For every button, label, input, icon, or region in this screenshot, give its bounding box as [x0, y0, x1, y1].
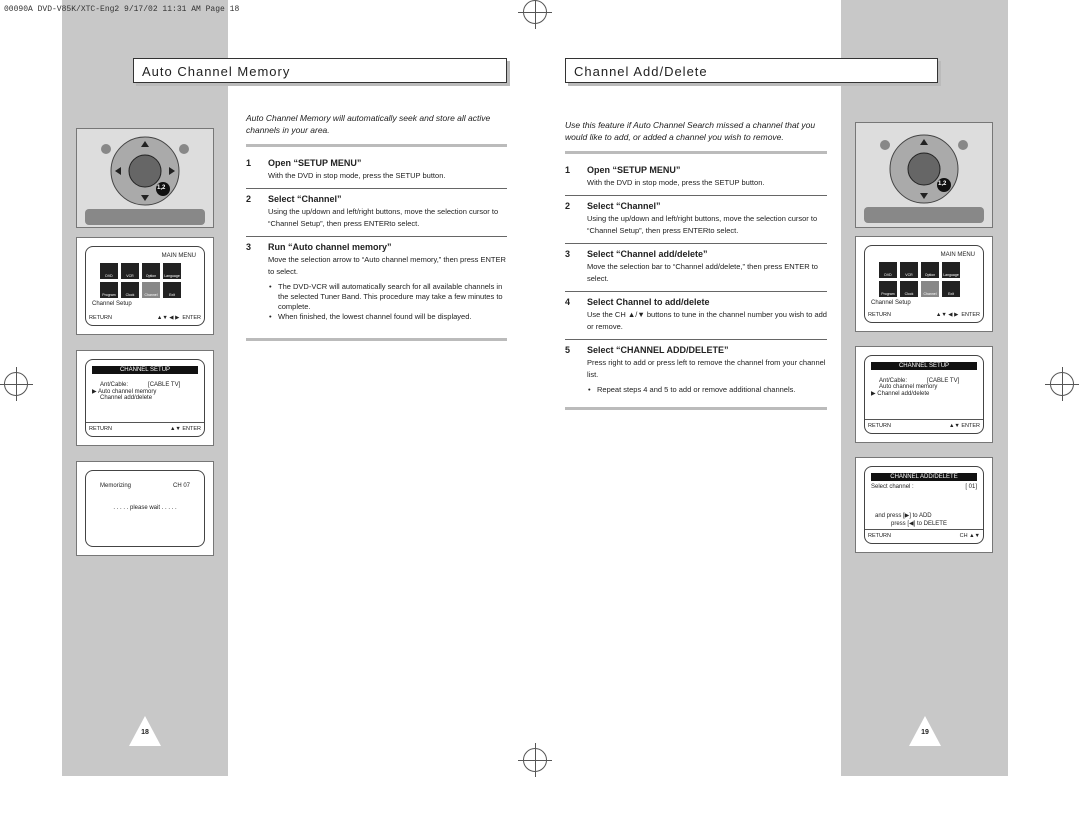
enter-label: ENTER: [182, 426, 201, 432]
enter-label: ENTER: [961, 312, 980, 318]
main-menu-screen: MAIN MENU DVD VCR Option Language Program Cl…: [855, 236, 993, 332]
memorizing-label: Memorizing: [100, 483, 132, 489]
enter-label: ENTER: [182, 315, 201, 321]
menu-item-language: Language: [942, 262, 960, 278]
nav-arrows: ▲▼ ◀ ▶: [935, 312, 959, 318]
return-label: RETURN: [89, 315, 112, 321]
return-label: RETURN: [868, 423, 891, 429]
step-4: 4 Select Channel to add/delete Use the CH …: [565, 292, 827, 340]
remote-illustration: 1,2: [855, 122, 993, 228]
remote-dpad-icon: [864, 134, 984, 223]
step-3: 3 Select “Channel add/delete” Move the sel…: [565, 244, 827, 292]
ch-arrows: CH ▲▼: [959, 533, 980, 539]
print-header: 00090A DVD-V85K/XTC-Eng2 9/17/02 11:31 A…: [4, 5, 240, 14]
return-label: RETURN: [868, 533, 891, 539]
callout-label: 1,2: [938, 181, 947, 187]
screen-title: CHANNEL SETUP: [92, 366, 198, 374]
delete-instruction: press [◀] to DELETE: [891, 521, 947, 527]
registration-mark-icon: [0, 367, 33, 401]
remote-illustration: 1,2: [76, 128, 214, 228]
menu-icons: DVD VCR Option Language Program Clock Channel…: [100, 263, 204, 298]
registration-mark-icon: [518, 0, 552, 29]
option-add-delete: Channel add/delete: [100, 395, 153, 401]
channel-add-delete-screen: CHANNEL ADD/DELETE Select channel : [ 01]…: [855, 457, 993, 553]
channel-setup-screen: CHANNEL SETUP Ant/Cable: [CABLE TV] ▶ Aut…: [76, 350, 214, 446]
add-instruction: and press [▶] to ADD: [875, 513, 932, 519]
menu-item-vcr: VCR: [121, 263, 139, 279]
menu-title: MAIN MENU: [161, 253, 196, 259]
wait-message: . . . . . please wait . . . . .: [113, 505, 177, 511]
registration-mark-icon: [518, 743, 552, 777]
menu-item-dvd: DVD: [879, 262, 897, 278]
intro-text: Auto Channel Memory will automatically s…: [246, 113, 491, 135]
channel-setup-screen: CHANNEL SETUP Ant/Cable: [CABLE TV] Auto …: [855, 346, 993, 443]
menu-item-option: Option: [921, 262, 939, 278]
step-5: 5 Select “CHANNEL ADD/DELETE” Press right …: [565, 340, 827, 401]
screen-title: CHANNEL ADD/DELETE: [871, 473, 977, 481]
step-2: 2 Select “Channel” Using the up/down and l…: [246, 189, 507, 237]
page-title-right: Channel Add/Delete: [565, 58, 938, 83]
page-title-left: Auto Channel Memory: [133, 58, 507, 83]
menu-item-exit: Exit: [163, 282, 181, 298]
step-3: 3 Run “Auto channel memory” Move the selec…: [246, 237, 507, 328]
menu-caption: Channel Setup: [92, 301, 132, 307]
page-number-right: 19: [909, 716, 941, 746]
menu-item-channel: Channel: [921, 281, 939, 297]
menu-item-option: Option: [142, 263, 160, 279]
nav-arrows: ▲▼: [948, 423, 960, 429]
callout-label: 1,2: [157, 185, 166, 191]
menu-item-dvd: DVD: [100, 263, 118, 279]
menu-item-language: Language: [163, 263, 181, 279]
return-label: RETURN: [868, 312, 891, 318]
menu-item-clock: Clock: [121, 282, 139, 298]
left-instructions: Auto Channel Memory will automatically s…: [246, 112, 507, 347]
right-instructions: Use this feature if Auto Channel Search …: [565, 119, 827, 416]
option-add-delete: Channel add/delete: [877, 391, 930, 397]
menu-item-program: Program: [100, 282, 118, 298]
select-channel-value: [ 01]: [965, 484, 977, 490]
memorizing-screen: Memorizing CH 07 . . . . . please wait . …: [76, 461, 214, 556]
select-channel-label: Select channel :: [871, 484, 914, 490]
menu-item-exit: Exit: [942, 281, 960, 297]
menu-item-clock: Clock: [900, 281, 918, 297]
step-2: 2 Select “Channel” Using the up/down and l…: [565, 196, 827, 244]
page-number-left: 18: [129, 716, 161, 746]
menu-item-channel: Channel: [142, 282, 160, 298]
menu-caption: Channel Setup: [871, 300, 911, 306]
enter-label: ENTER: [961, 423, 980, 429]
nav-arrows: ▲▼: [169, 426, 181, 432]
step-1: 1 Open “SETUP MENU” With the DVD in stop m…: [565, 160, 827, 196]
main-menu-screen: MAIN MENU DVD VCR Option Language Program Cl…: [76, 237, 214, 335]
menu-item-vcr: VCR: [900, 262, 918, 278]
return-label: RETURN: [89, 426, 112, 432]
intro-text: Use this feature if Auto Channel Search …: [565, 120, 816, 142]
menu-item-program: Program: [879, 281, 897, 297]
nav-arrows: ▲▼ ◀ ▶: [156, 315, 180, 321]
channel-readout: CH 07: [172, 483, 190, 489]
screen-title: CHANNEL SETUP: [871, 362, 977, 370]
step-1: 1 Open “SETUP MENU” With the DVD in stop m…: [246, 153, 507, 189]
menu-icons: DVD VCR Option Language Program Clock Channel…: [879, 262, 983, 297]
registration-mark-icon: [1045, 367, 1079, 401]
menu-title: MAIN MENU: [940, 252, 975, 258]
remote-dpad-icon: [85, 136, 205, 225]
